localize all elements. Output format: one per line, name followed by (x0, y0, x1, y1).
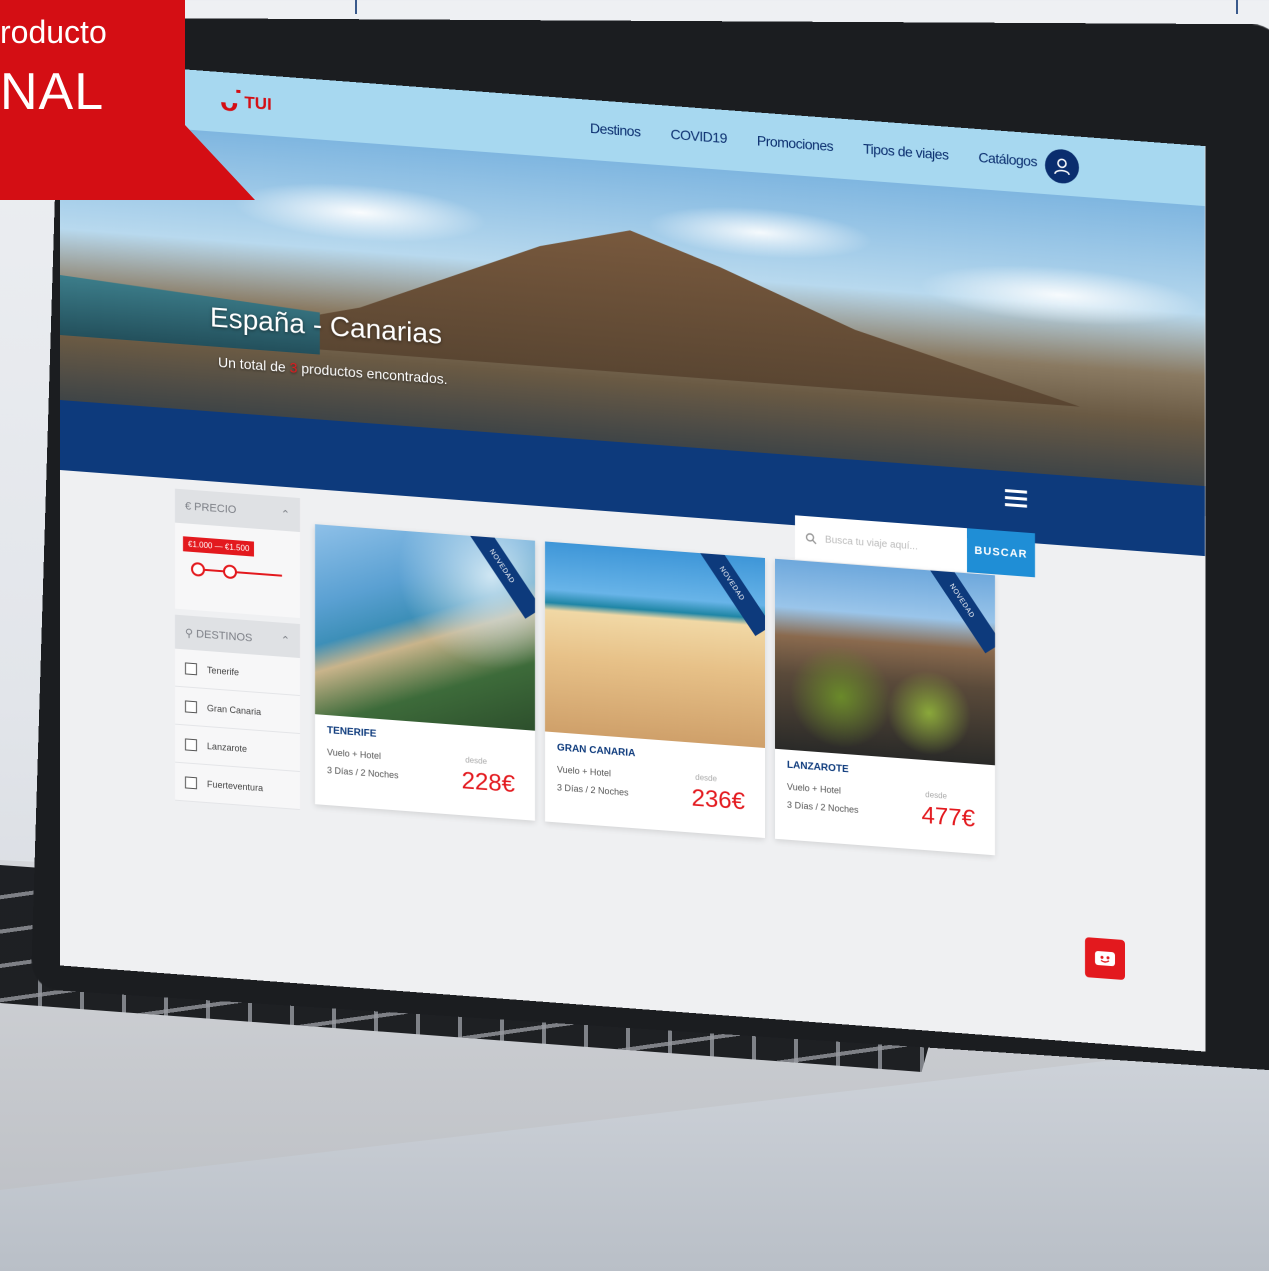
price-slider[interactable] (183, 561, 292, 583)
price-slider-max-handle[interactable] (223, 564, 237, 580)
destination-label: Gran Canaria (207, 702, 262, 717)
destination-label: Lanzarote (207, 740, 248, 754)
background-line (1236, 0, 1238, 14)
location-pin-icon: ⚲ (185, 626, 194, 640)
laptop-screen: ᴗ̇ TUI Destinos COVID19 Promociones Tipo… (60, 60, 1205, 1052)
card-destination: TENERIFE (327, 725, 377, 740)
background-line (355, 0, 357, 14)
destination-list: Tenerife Gran Canaria Lanzarote Fuerteve… (175, 648, 300, 811)
chat-bot-icon (1095, 951, 1115, 967)
card-image: NOVEDAD (315, 524, 535, 731)
novedad-ribbon: NOVEDAD (692, 541, 765, 637)
chat-bot-button[interactable] (1085, 937, 1125, 981)
tui-smile-icon: ᴗ̇ (220, 84, 239, 119)
card-price: 228€ (461, 767, 515, 799)
banner-line-2: NAL (0, 63, 105, 121)
tui-logo[interactable]: ᴗ̇ TUI (220, 84, 272, 120)
card-package-type: Vuelo + Hotel (327, 747, 381, 762)
banner-line-1: roducto (0, 14, 107, 50)
filter-destinations-title: ⚲ DESTINOS (185, 626, 252, 644)
price-filter: €1.000 — €1.500 (175, 522, 300, 619)
checkbox[interactable] (185, 661, 197, 675)
destination-option[interactable]: Fuerteventura (175, 762, 300, 811)
card-price-prefix: desde (695, 772, 717, 784)
price-range-chip: €1.000 — €1.500 (183, 536, 255, 557)
destination-label: Fuerteventura (207, 778, 264, 793)
card-destination: LANZAROTE (787, 759, 849, 776)
filter-sidebar: € PRECIO ⌃ €1.000 — €1.500 ⚲ DESTINOS ⌃ … (175, 488, 300, 811)
checkbox[interactable] (185, 775, 197, 789)
card-price-prefix: desde (925, 790, 947, 801)
checkbox[interactable] (185, 699, 197, 713)
card-price: 477€ (921, 801, 975, 833)
search-icon (805, 533, 817, 545)
product-card-tenerife[interactable]: NOVEDAD TENERIFE Vuelo + Hotel 3 Días / … (315, 524, 535, 821)
results-count: 3 (289, 359, 298, 376)
card-package-type: Vuelo + Hotel (787, 781, 841, 796)
card-duration: 3 Días / 2 Noches (327, 765, 399, 781)
novedad-ribbon: NOVEDAD (462, 524, 535, 619)
user-icon (1054, 158, 1070, 176)
card-price: 236€ (691, 784, 745, 816)
filter-destinations-label: DESTINOS (196, 627, 253, 644)
search-button[interactable]: BUSCAR (967, 528, 1035, 578)
price-slider-min-handle[interactable] (191, 561, 205, 577)
destination-label: Tenerife (207, 664, 240, 677)
card-duration: 3 Días / 2 Noches (557, 782, 629, 798)
filter-price-label: € PRECIO (185, 500, 237, 517)
card-destination: GRAN CANARIA (557, 742, 636, 760)
chevron-up-icon: ⌃ (280, 508, 290, 521)
card-price-prefix: desde (465, 755, 487, 767)
card-package-type: Vuelo + Hotel (557, 764, 611, 779)
card-image: NOVEDAD (775, 558, 995, 766)
product-card-gran-canaria[interactable]: NOVEDAD GRAN CANARIA Vuelo + Hotel 3 Día… (545, 541, 765, 839)
card-image: NOVEDAD (545, 541, 765, 749)
search-placeholder: Busca tu viaje aquí... (825, 534, 918, 553)
checkbox[interactable] (185, 737, 197, 751)
logo-text: TUI (244, 92, 272, 114)
card-duration: 3 Días / 2 Noches (787, 799, 859, 816)
hamburger-menu-icon[interactable] (1005, 489, 1027, 508)
chevron-up-icon: ⌃ (280, 634, 290, 647)
price-slider-track (193, 568, 282, 577)
product-card-lanzarote[interactable]: NOVEDAD LANZAROTE Vuelo + Hotel 3 Días /… (775, 558, 995, 856)
